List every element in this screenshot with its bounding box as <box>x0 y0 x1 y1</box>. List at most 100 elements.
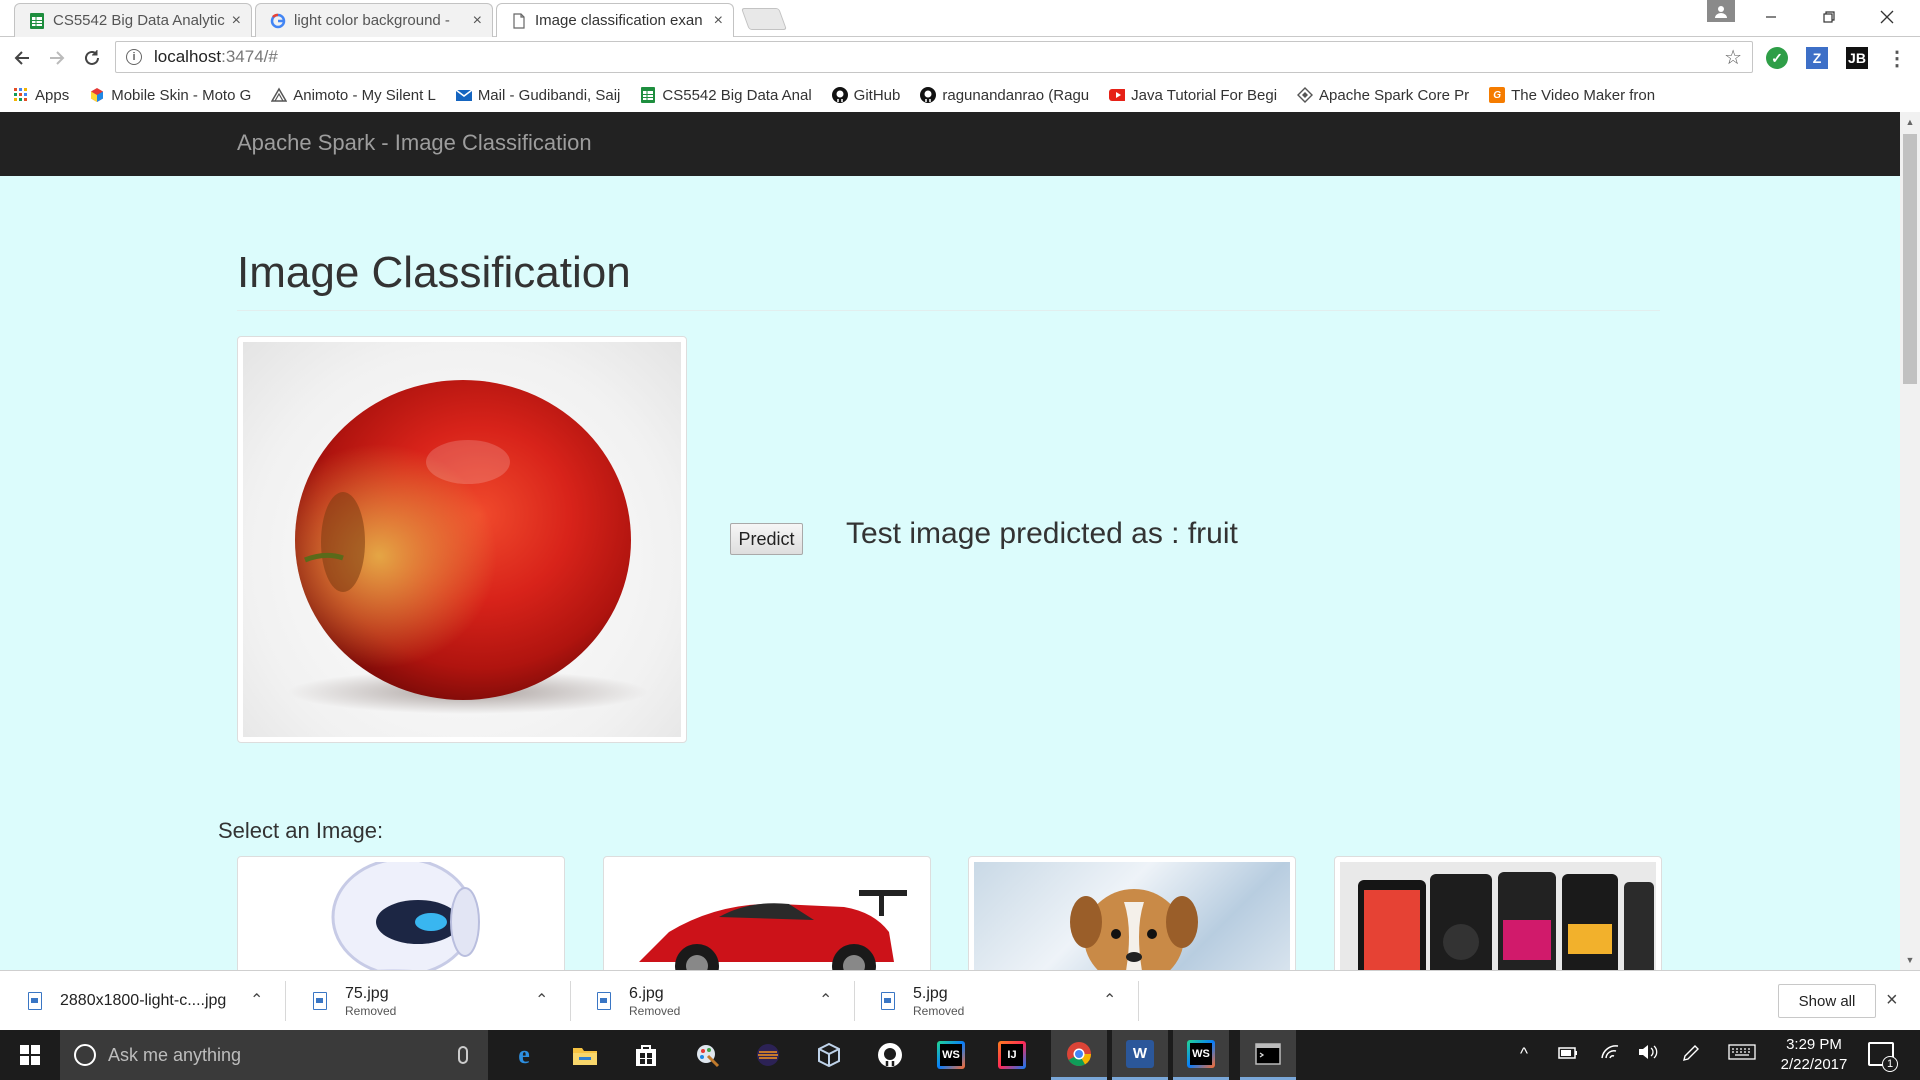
z-extension-icon[interactable]: Z <box>1806 47 1828 69</box>
word-taskbar-icon[interactable]: W <box>1112 1030 1168 1080</box>
tab-image-classification[interactable]: Image classification exan × <box>496 3 734 37</box>
show-all-button[interactable]: Show all <box>1778 984 1876 1018</box>
bookmark-label: The Video Maker fron <box>1511 86 1656 104</box>
prediction-result: Test image predicted as : fruit <box>846 517 1238 550</box>
bookmark-animoto[interactable]: Animoto - My Silent L <box>271 87 436 104</box>
address-bar[interactable]: i localhost:3474/# ☆ <box>115 41 1753 73</box>
download-separator <box>1138 981 1139 1021</box>
restore-icon[interactable] <box>1800 0 1858 34</box>
taskbar-clock[interactable]: 3:29 PM 2/22/2017 <box>1774 1035 1854 1075</box>
file-explorer-taskbar-icon[interactable] <box>557 1030 613 1080</box>
gallery-image-robot[interactable] <box>237 856 565 970</box>
bookmark-label: Animoto - My Silent L <box>293 86 436 104</box>
tab-label: CS5542 Big Data Analytic <box>53 12 225 29</box>
browser-tab-strip: CS5542 Big Data Analytic × light color b… <box>0 0 1920 37</box>
volume-icon[interactable] <box>1638 1044 1658 1065</box>
puppy-image <box>974 862 1290 970</box>
store-taskbar-icon[interactable] <box>618 1030 674 1080</box>
animoto-icon <box>271 87 288 103</box>
bookmark-mobile-skin[interactable]: Mobile Skin - Moto G <box>89 87 251 104</box>
predict-button[interactable]: Predict <box>730 523 803 555</box>
bookmark-apache-spark[interactable]: Apache Spark Core Pr <box>1297 87 1469 104</box>
tab-light-color-background[interactable]: light color background - × <box>255 3 493 37</box>
search-placeholder: Ask me anything <box>108 1044 242 1065</box>
action-center-icon[interactable]: 1 <box>1868 1042 1898 1072</box>
bookmark-label: Java Tutorial For Begi <box>1131 86 1278 104</box>
url-host: localhost <box>154 47 222 66</box>
page-scrollbar[interactable]: ▲ ▼ <box>1900 112 1920 970</box>
tab-cs5542[interactable]: CS5542 Big Data Analytic × <box>14 3 252 37</box>
webstorm-running-taskbar-icon[interactable]: WS <box>1173 1030 1229 1080</box>
scroll-down-icon[interactable]: ▼ <box>1900 952 1920 968</box>
gallery-image-puppy[interactable] <box>968 856 1296 970</box>
browser-toolbar: i localhost:3474/# ☆ ✓ Z JB ⋮ <box>0 37 1920 78</box>
gallery-image-phones[interactable] <box>1334 856 1662 970</box>
paint-taskbar-icon[interactable] <box>679 1030 735 1080</box>
chevron-up-icon[interactable]: ⌃ <box>250 990 263 1010</box>
bookmark-label: Apache Spark Core Pr <box>1319 86 1470 104</box>
title-divider <box>237 310 1660 311</box>
close-icon[interactable]: × <box>714 12 723 30</box>
battery-icon[interactable] <box>1558 1044 1578 1064</box>
edge-taskbar-icon[interactable]: e <box>496 1030 552 1080</box>
red-car-image <box>609 862 925 970</box>
webstorm-taskbar-icon[interactable]: WS <box>923 1030 979 1080</box>
windows-start-icon[interactable] <box>0 1030 60 1080</box>
bookmark-github[interactable]: GitHub <box>831 87 900 104</box>
wifi-icon[interactable] <box>1600 1044 1620 1065</box>
pen-icon[interactable] <box>1682 1044 1702 1067</box>
scrollbar-thumb[interactable] <box>1903 134 1917 384</box>
navbar-brand[interactable]: Apache Spark - Image Classification <box>237 130 592 156</box>
bookmark-video-maker[interactable]: G The Video Maker fron <box>1489 87 1655 104</box>
check-extension-icon[interactable]: ✓ <box>1766 47 1788 69</box>
file-image-icon <box>28 992 42 1010</box>
bookmark-apps[interactable]: Apps <box>13 87 69 104</box>
bookmark-cs5542[interactable]: CS5542 Big Data Anal <box>640 87 812 104</box>
chevron-up-icon[interactable]: ^ <box>1520 1044 1528 1064</box>
close-icon[interactable]: × <box>473 12 482 30</box>
chevron-up-icon[interactable]: ⌃ <box>535 990 548 1010</box>
chevron-up-icon[interactable]: ⌃ <box>819 990 832 1010</box>
forward-arrow-icon[interactable] <box>44 45 70 71</box>
bookmark-label: Mobile Skin - Moto G <box>111 86 252 104</box>
keyboard-icon[interactable] <box>1728 1044 1756 1065</box>
close-icon[interactable]: × <box>1886 989 1898 1012</box>
profile-icon[interactable] <box>1707 0 1735 22</box>
virtualbox-taskbar-icon[interactable] <box>801 1030 857 1080</box>
bookmark-ragunandanrao[interactable]: ragunandanrao (Ragu <box>920 87 1089 104</box>
download-filename: 5.jpg <box>913 984 948 1002</box>
jb-extension-icon[interactable]: JB <box>1846 47 1868 69</box>
close-icon[interactable]: × <box>232 12 241 30</box>
bookmark-star-icon[interactable]: ☆ <box>1724 45 1742 70</box>
download-item[interactable]: 2880x1800-light-c....jpg ⌃ <box>28 971 268 1031</box>
bookmark-label: ragunandanrao (Ragu <box>942 86 1090 104</box>
back-arrow-icon[interactable] <box>9 45 35 71</box>
download-filename: 75.jpg <box>345 984 389 1002</box>
chrome-taskbar-icon[interactable] <box>1051 1030 1107 1080</box>
command-prompt-taskbar-icon[interactable] <box>1240 1030 1296 1080</box>
cortana-search-box[interactable]: Ask me anything <box>60 1030 488 1080</box>
intellij-taskbar-icon[interactable]: IJ <box>984 1030 1040 1080</box>
bookmark-mail[interactable]: Mail - Gudibandi, Saij <box>455 87 620 104</box>
gallery-image-car[interactable] <box>603 856 931 970</box>
info-icon[interactable]: i <box>126 49 142 65</box>
new-tab-button[interactable] <box>740 8 788 30</box>
download-item[interactable]: 75.jpg Removed ⌃ <box>313 971 553 1031</box>
robot-image <box>243 862 559 970</box>
download-separator <box>570 981 571 1021</box>
window-close-icon[interactable] <box>1858 0 1916 34</box>
reload-icon[interactable] <box>79 45 105 71</box>
download-separator <box>854 981 855 1021</box>
download-item[interactable]: 5.jpg Removed ⌃ <box>881 971 1121 1031</box>
eclipse-taskbar-icon[interactable] <box>740 1030 796 1080</box>
github-desktop-taskbar-icon[interactable] <box>862 1030 918 1080</box>
chrome-menu-icon[interactable]: ⋮ <box>1886 47 1908 70</box>
download-item[interactable]: 6.jpg Removed ⌃ <box>597 971 837 1031</box>
bookmark-label: Apps <box>35 86 70 104</box>
minimize-icon[interactable] <box>1742 0 1800 34</box>
cube-icon <box>89 87 105 103</box>
scroll-up-icon[interactable]: ▲ <box>1900 114 1920 130</box>
microphone-icon[interactable] <box>458 1046 468 1064</box>
chevron-up-icon[interactable]: ⌃ <box>1103 990 1116 1010</box>
bookmark-java-tutorial[interactable]: Java Tutorial For Begi <box>1109 87 1277 104</box>
